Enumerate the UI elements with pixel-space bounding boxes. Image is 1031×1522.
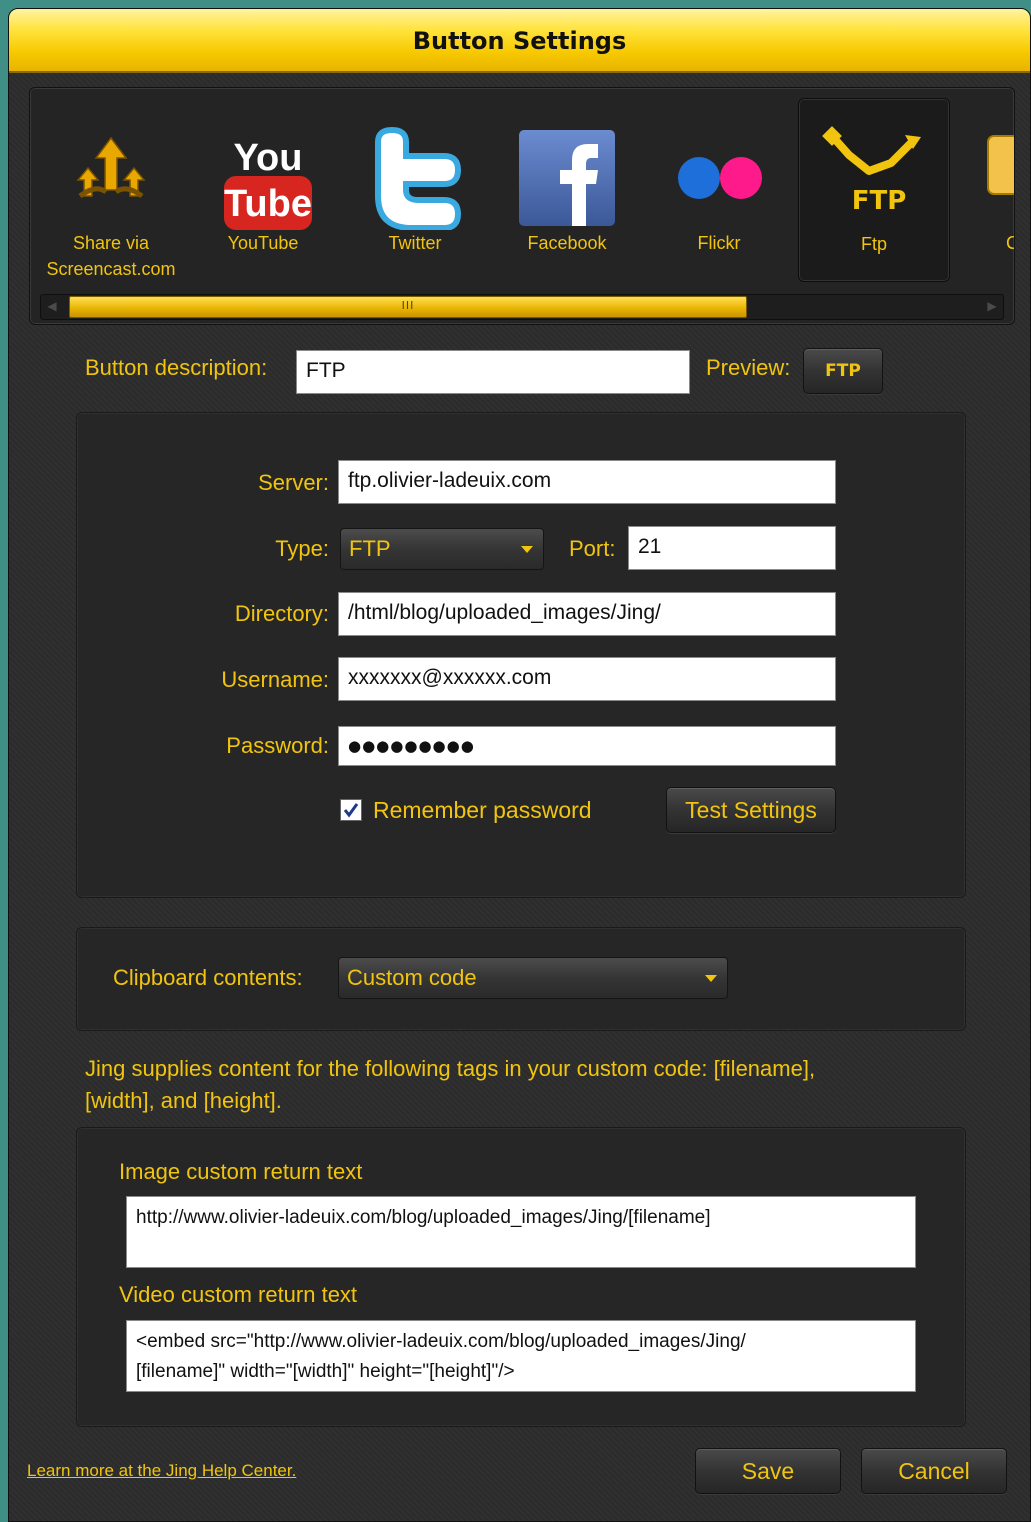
video-return-textarea[interactable]: <embed src="http://www.olivier-ladeuix.c… [126, 1320, 916, 1392]
tile-label: Flickr [697, 233, 741, 253]
button-settings-window: Button Settings Share via Screencast.com [8, 8, 1031, 1522]
twitter-icon [340, 120, 490, 231]
type-select[interactable]: FTP [340, 528, 544, 570]
button-tile-ftp[interactable]: FTP Ftp [798, 98, 950, 282]
youtube-icon: You Tube [188, 120, 338, 230]
directory-input[interactable]: /html/blog/uploaded_images/Jing/ [338, 592, 836, 636]
custom-icon [980, 120, 1014, 230]
button-tile-twitter[interactable]: Twitter [340, 102, 490, 280]
button-strip: Share via Screencast.com You Tube YouTub… [29, 87, 1015, 325]
button-tile-partial[interactable]: C [980, 102, 1014, 280]
tile-label: C [980, 230, 1014, 256]
button-tile-youtube[interactable]: You Tube YouTube [188, 102, 338, 280]
remember-password-checkbox[interactable] [340, 799, 362, 821]
port-label: Port: [569, 536, 616, 561]
checkmark-icon [343, 803, 359, 818]
tile-label: Ftp [860, 234, 887, 254]
test-settings-button[interactable]: Test Settings [666, 787, 836, 833]
username-label: Username: [221, 667, 329, 692]
save-button[interactable]: Save [695, 1448, 841, 1494]
directory-label: Directory: [234, 601, 329, 626]
remember-password-label[interactable]: Remember password [373, 797, 592, 824]
password-input[interactable]: ●●●●●●●●● [338, 726, 836, 766]
tile-label: Twitter [388, 233, 442, 253]
video-return-label: Video custom return text [119, 1282, 358, 1307]
flickr-icon [644, 120, 794, 230]
scrollbar-grip: III [401, 299, 415, 312]
button-tile-flickr[interactable]: Flickr [644, 102, 794, 280]
scroll-right-icon[interactable]: ▶ [985, 298, 999, 314]
title-bar[interactable]: Button Settings [9, 9, 1030, 73]
facebook-icon [492, 120, 642, 230]
window-title: Button Settings [412, 27, 627, 55]
clipboard-select[interactable]: Custom code [338, 957, 728, 999]
button-tile-facebook[interactable]: Facebook [492, 102, 642, 280]
username-input[interactable]: xxxxxxx@xxxxxx.com [338, 657, 836, 701]
port-input[interactable]: 21 [628, 526, 836, 570]
preview-label: Preview: [706, 355, 791, 380]
ftp-logo-text: FTP [852, 186, 907, 216]
chevron-down-icon [521, 546, 533, 553]
button-strip-scrollbar[interactable]: ◀ III ▶ [40, 294, 1004, 320]
image-return-textarea[interactable]: http://www.olivier-ladeuix.com/blog/uplo… [126, 1196, 916, 1268]
type-select-value: FTP [349, 536, 391, 561]
button-tile-screencast[interactable]: Share via Screencast.com [36, 102, 186, 280]
server-input[interactable]: ftp.olivier-ladeuix.com [338, 460, 836, 504]
ftp-icon: FTP [799, 117, 949, 227]
type-label: Type: [275, 536, 329, 561]
info-text: Jing supplies content for the following … [85, 1056, 816, 1113]
youtube-logo-you: You [234, 137, 303, 179]
screencast-icon [36, 120, 186, 230]
server-label: Server: [258, 470, 329, 495]
tile-label: YouTube [227, 233, 299, 253]
button-description-label: Button description: [85, 355, 268, 380]
clipboard-select-value: Custom code [347, 965, 477, 990]
password-label: Password: [226, 733, 329, 758]
cancel-button[interactable]: Cancel [861, 1448, 1007, 1494]
image-return-label: Image custom return text [119, 1159, 363, 1184]
tile-label: Facebook [527, 233, 607, 253]
help-center-link[interactable]: Learn more at the Jing Help Center. [27, 1461, 296, 1481]
tile-label: Share via Screencast.com [46, 233, 176, 279]
scrollbar-thumb[interactable]: III [69, 296, 747, 318]
scroll-left-icon[interactable]: ◀ [45, 298, 59, 314]
chevron-down-icon [705, 975, 717, 982]
preview-button[interactable]: FTP [803, 348, 883, 394]
button-description-input[interactable]: FTP [296, 350, 690, 394]
youtube-logo-tube: Tube [224, 183, 312, 225]
clipboard-label: Clipboard contents: [113, 965, 303, 990]
